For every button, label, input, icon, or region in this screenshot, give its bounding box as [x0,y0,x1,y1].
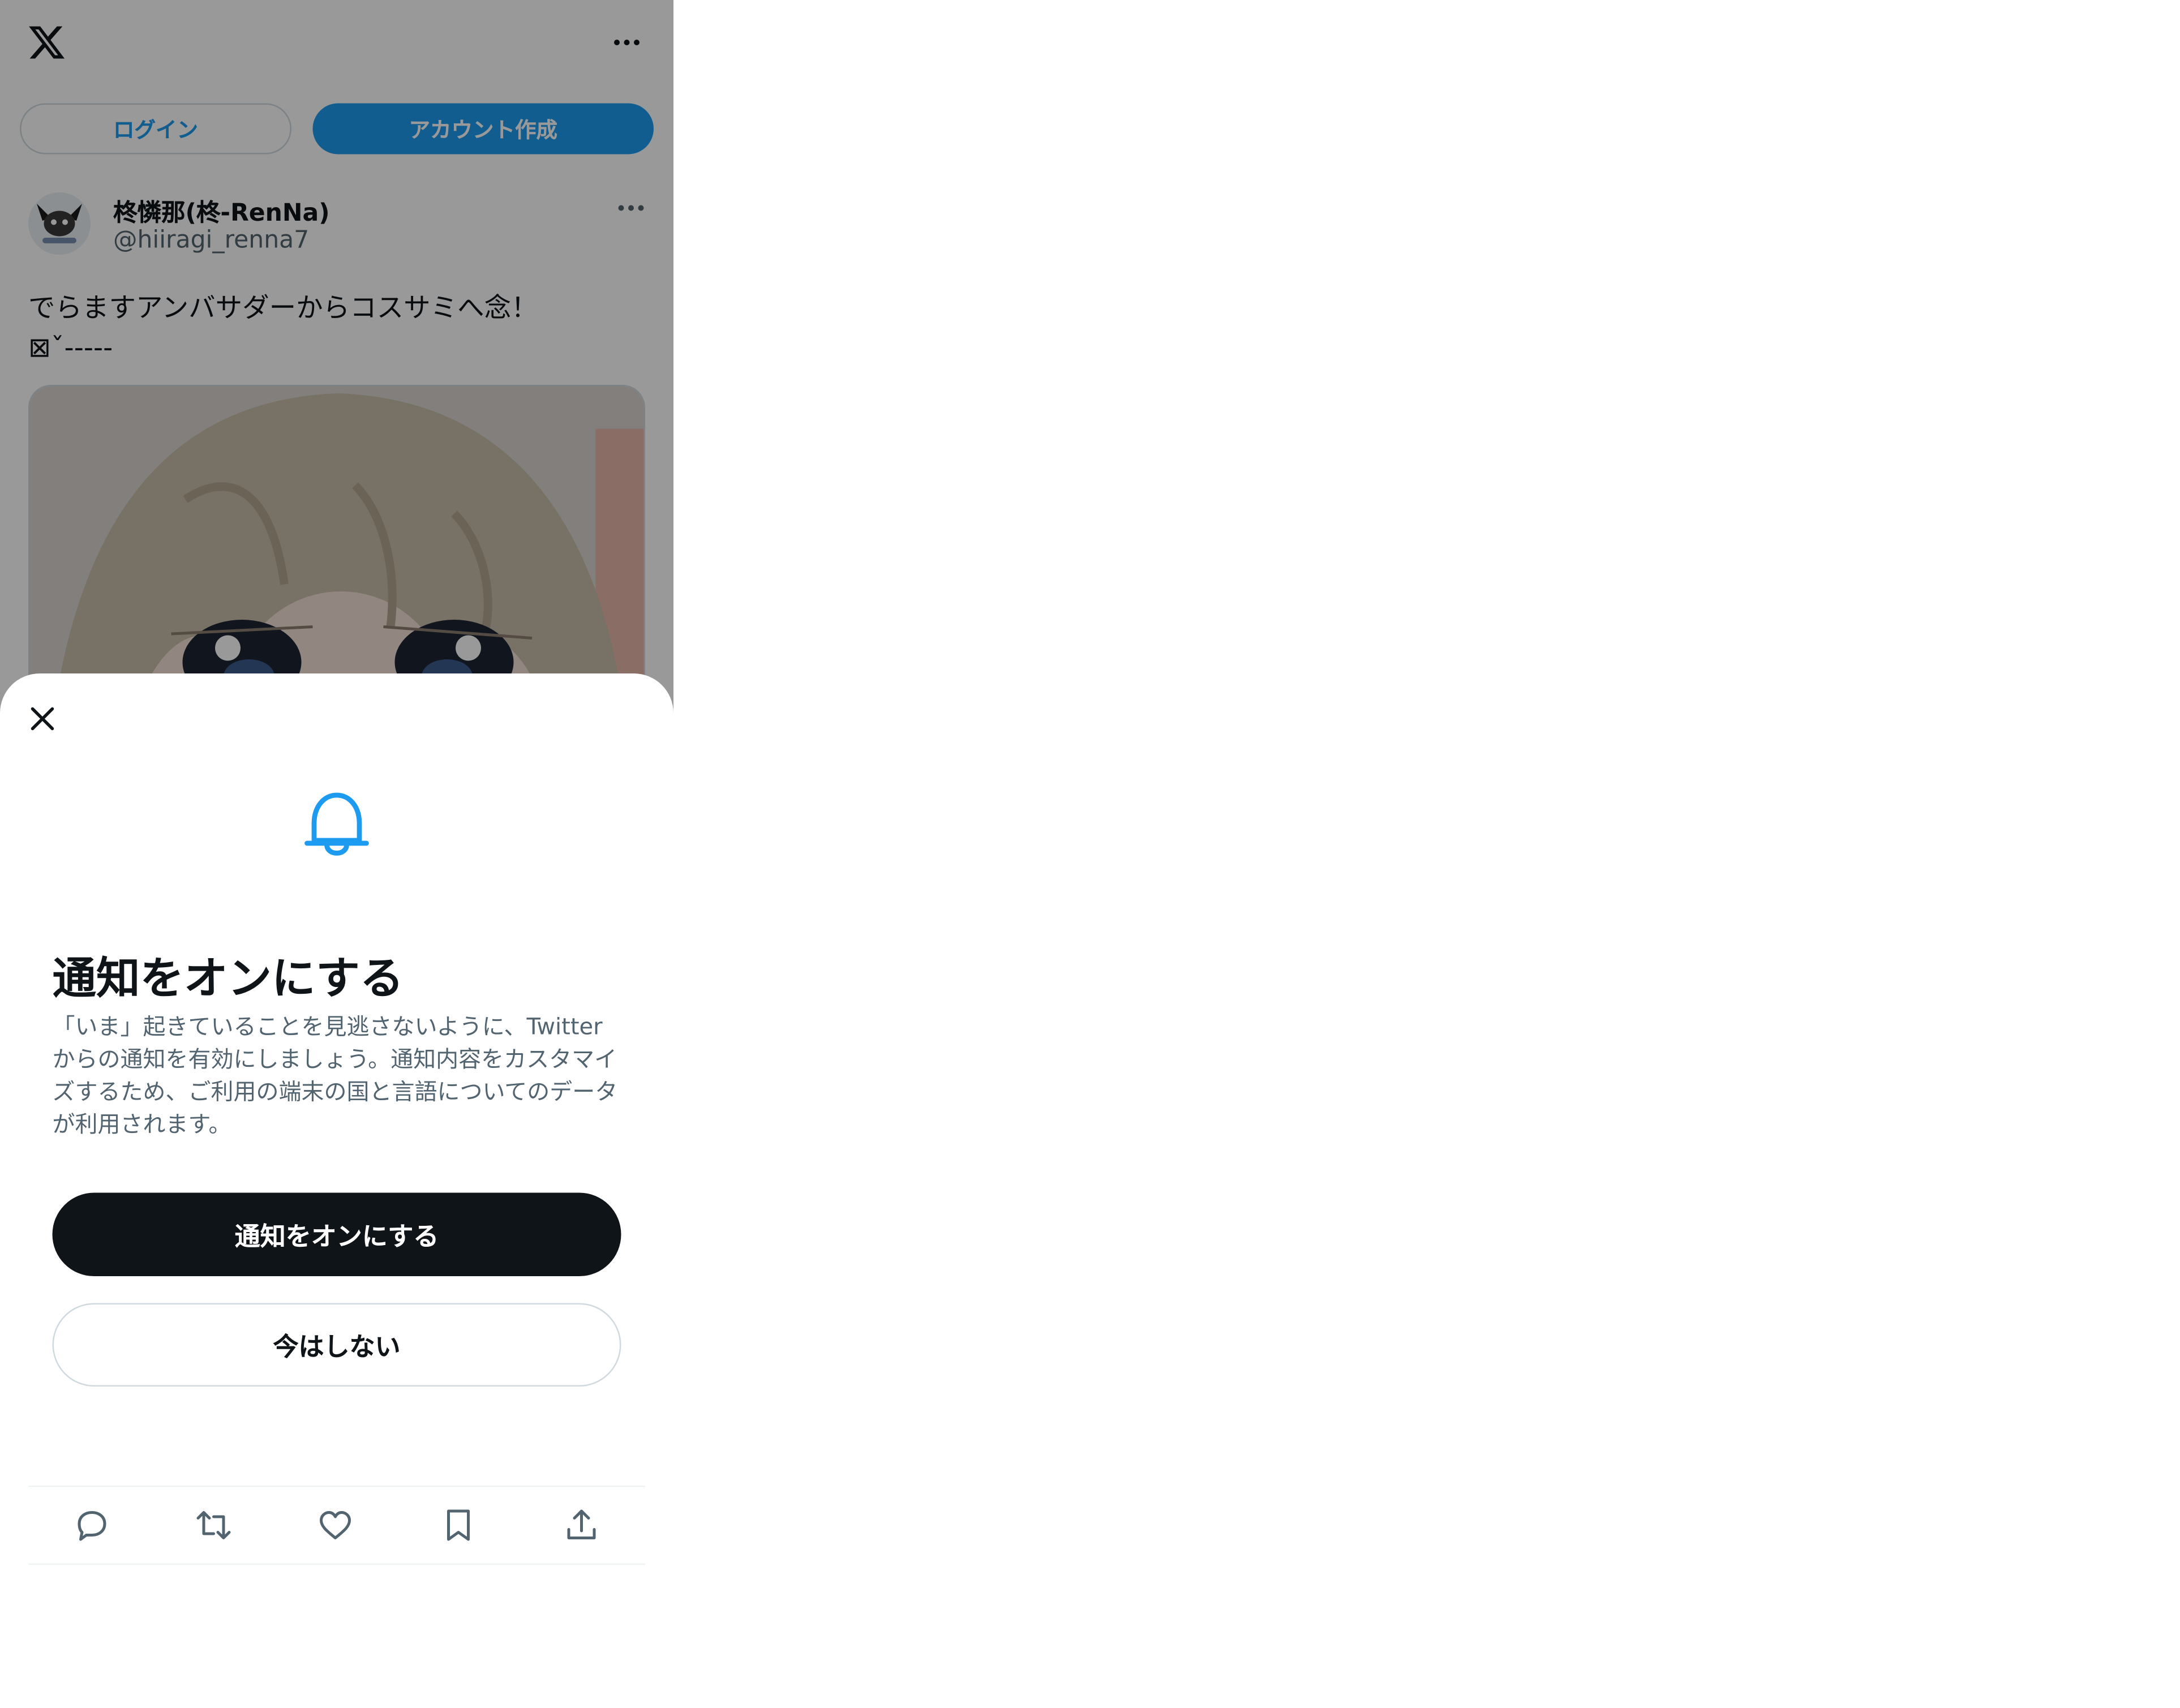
not-now-button[interactable]: 今はしない [52,1303,621,1387]
reply-icon[interactable] [72,1505,112,1545]
bell-icon [304,792,369,856]
sheet-title: 通知をオンにする [52,954,404,1005]
stage: ログイン アカウント作成 柊憐那(柊-RenNa) @hiiragi_renna… [0,0,2180,1708]
close-icon[interactable] [23,699,62,739]
notifications-sheet: 通知をオンにする 「いま」起きていることを見逃さないように、Twitterからの… [0,673,673,1565]
enable-notifications-button[interactable]: 通知をオンにする [52,1192,621,1276]
like-icon[interactable] [316,1505,355,1545]
app-window: ログイン アカウント作成 柊憐那(柊-RenNa) @hiiragi_renna… [0,0,673,1565]
sheet-description: 「いま」起きていることを見逃さないように、Twitterからの通知を有効にしまし… [52,1013,618,1138]
share-icon[interactable] [562,1505,602,1545]
bookmark-icon[interactable] [439,1505,478,1545]
repost-icon[interactable] [194,1505,234,1545]
post-action-bar [28,1486,645,1565]
